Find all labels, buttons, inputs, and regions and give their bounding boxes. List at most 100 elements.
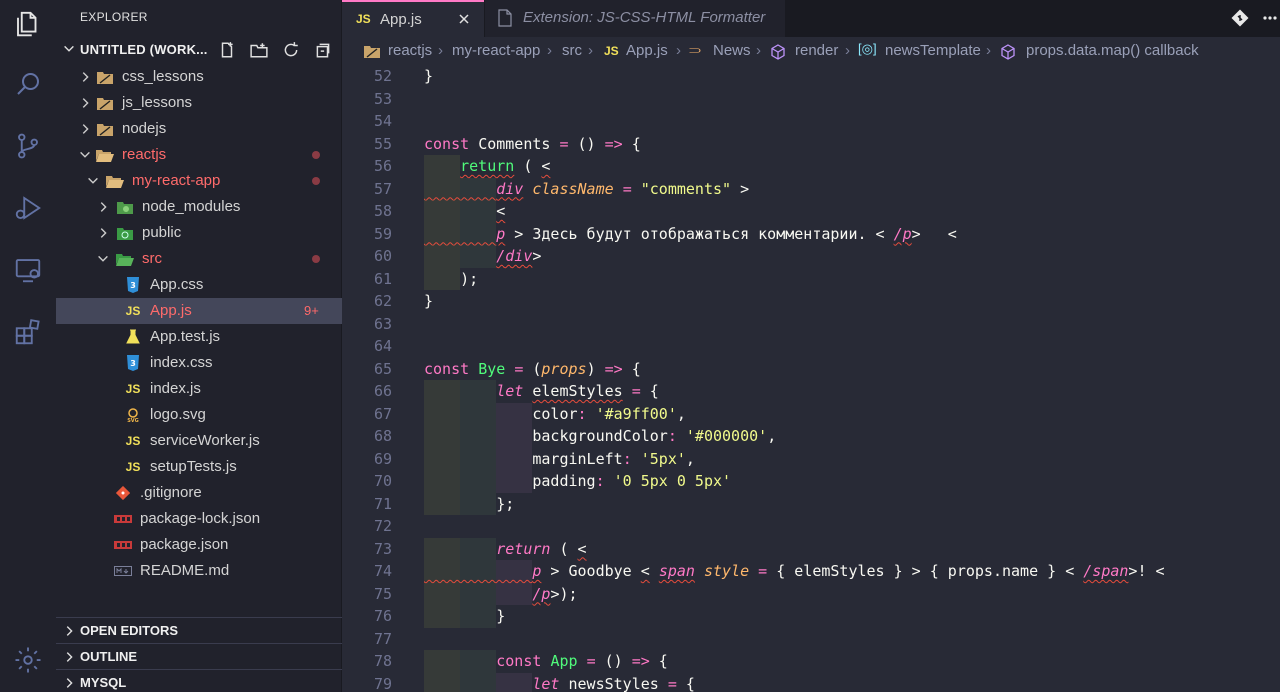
tab-app-js[interactable]: JS App.js (342, 0, 484, 37)
line-number: 78 (373, 652, 392, 670)
tree-item-src[interactable]: src (56, 246, 342, 272)
extensions-icon[interactable] (10, 314, 46, 350)
tree-item-label: css_lessons (122, 68, 204, 85)
tree-item-label: js_lessons (122, 94, 193, 111)
code-line: 55 const Comments = () => { (342, 133, 1280, 156)
open-changes-icon[interactable] (1230, 8, 1250, 28)
js-file-icon: JS (125, 434, 141, 448)
tree-item-app-css[interactable]: 3 App.css (56, 272, 342, 298)
tab-label: Extension: JS-CSS-HTML Formatter (523, 9, 766, 26)
section-mysql[interactable]: MYSQL (56, 669, 342, 692)
tree-item-label: my-react-app (132, 172, 221, 189)
search-icon[interactable] (10, 66, 46, 102)
tree-item-public[interactable]: public (56, 220, 342, 246)
breadcrumb-item[interactable]: News (713, 42, 751, 59)
explorer-title: EXPLORER (80, 10, 148, 24)
chevron-right-icon (66, 652, 73, 662)
tree-item-package-json[interactable]: package.json (56, 532, 342, 558)
line-number: 65 (373, 359, 392, 378)
close-icon[interactable] (456, 11, 472, 27)
collapse-all-icon[interactable] (312, 39, 334, 61)
code-text: /p>); (532, 584, 578, 603)
markdown-file-icon (114, 562, 132, 580)
tree-item-label: public (142, 224, 182, 241)
breadcrumb-item[interactable]: my-react-app (452, 42, 540, 59)
tree-item-node-modules[interactable]: node_modules (56, 194, 342, 220)
more-actions-icon[interactable] (1260, 8, 1280, 28)
breadcrumb-item[interactable]: props.data.map() callback (1026, 42, 1199, 59)
line-number: 56 (373, 157, 392, 175)
chevron-right-icon: › (438, 42, 443, 59)
js-file-icon: JS (125, 460, 141, 474)
breadcrumb-item[interactable]: App.js (626, 42, 668, 59)
line-number: 57 (373, 179, 392, 198)
chevron-right-icon (82, 72, 89, 82)
folder-icon (96, 68, 114, 86)
tree-item-setup-tests-js[interactable]: JS setupTests.js (56, 454, 342, 480)
code-line: 56 return ( < (342, 155, 1280, 178)
tree-item-readme-md[interactable]: README.md (56, 558, 342, 584)
breadcrumb-item[interactable]: render (795, 42, 838, 59)
svg-text:3: 3 (130, 359, 136, 368)
section-open-editors[interactable]: OPEN EDITORS (56, 617, 342, 643)
tree-item-label: .gitignore (140, 484, 202, 501)
npm-file-icon (114, 510, 132, 528)
new-file-icon[interactable] (216, 39, 238, 61)
chevron-down-icon (98, 255, 108, 262)
folder-icon (364, 46, 380, 58)
explorer-icon[interactable] (10, 6, 46, 42)
tree-item-label: setupTests.js (150, 458, 237, 475)
section-label: OUTLINE (80, 649, 138, 664)
breadcrumb-item[interactable]: src (562, 42, 582, 59)
npm-file-icon (114, 536, 132, 554)
tab-extension-formatter[interactable]: Extension: JS-CSS-HTML Formatter (485, 0, 785, 37)
remote-explorer-icon[interactable] (10, 252, 46, 288)
tree-item-my-react-app[interactable]: my-react-app (56, 168, 342, 194)
code-line: 57 div className = "comments" > (342, 177, 1280, 200)
section-outline[interactable]: OUTLINE (56, 643, 342, 669)
tree-item-logo-svg[interactable]: SVG logo.svg (56, 402, 342, 428)
css-file-icon: 3 (124, 276, 142, 294)
line-number: 66 (373, 382, 392, 400)
line-number: 74 (373, 562, 392, 580)
breadcrumb-item[interactable]: newsTemplate (885, 42, 981, 59)
tree-item-app-test-js[interactable]: App.test.js (56, 324, 342, 350)
modified-dot (312, 151, 320, 159)
folder-icon (96, 94, 114, 112)
git-file-icon (114, 484, 132, 502)
line-number: 63 (373, 314, 392, 333)
code-text: < (496, 202, 506, 220)
tree-item-app-js[interactable]: JS App.js 9+ (56, 298, 342, 324)
tree-item-package-lock-json[interactable]: package-lock.json (56, 506, 342, 532)
tree-item-index-js[interactable]: JS index.js (56, 376, 342, 402)
tree-item-nodejs[interactable]: nodejs (56, 116, 342, 142)
settings-gear-icon[interactable] (10, 642, 46, 678)
tree-item-service-worker-js[interactable]: JS serviceWorker.js (56, 428, 342, 454)
code-line: 73 return ( < (342, 537, 1280, 560)
tree-item-label: reactjs (122, 146, 167, 163)
workspace-header[interactable]: UNTITLED (WORK... (56, 38, 342, 62)
code-editor[interactable]: 52 } 53 54 55 const Comments = () => { 5… (342, 65, 1280, 692)
js-file-icon: JS (356, 12, 371, 26)
code-line: 64 (342, 335, 1280, 358)
new-folder-icon[interactable] (248, 39, 270, 61)
line-number: 75 (373, 584, 392, 603)
tree-item-index-css[interactable]: 3 index.css (56, 350, 342, 376)
code-line: 79 let newsStyles = { (342, 672, 1280, 692)
tree-item-js-lessons[interactable]: js_lessons (56, 90, 342, 116)
source-control-icon[interactable] (10, 128, 46, 164)
chevron-down-icon (88, 177, 98, 184)
breadcrumb-item[interactable]: reactjs (388, 42, 432, 59)
code-line: 61 ); (342, 267, 1280, 290)
chevron-down-icon (80, 151, 90, 158)
code-text: ); (424, 269, 479, 288)
tree-item-reactjs[interactable]: reactjs (56, 142, 342, 168)
test-file-icon (124, 328, 142, 346)
tree-item-gitignore[interactable]: .gitignore (56, 480, 342, 506)
code-text: const Comments = () => { (424, 134, 641, 153)
code-text: } (424, 67, 434, 85)
run-debug-icon[interactable] (10, 190, 46, 226)
code-text: div className = "comments" > (496, 179, 750, 198)
refresh-icon[interactable] (280, 39, 302, 61)
tree-item-css-lessons[interactable]: css_lessons (56, 64, 342, 90)
